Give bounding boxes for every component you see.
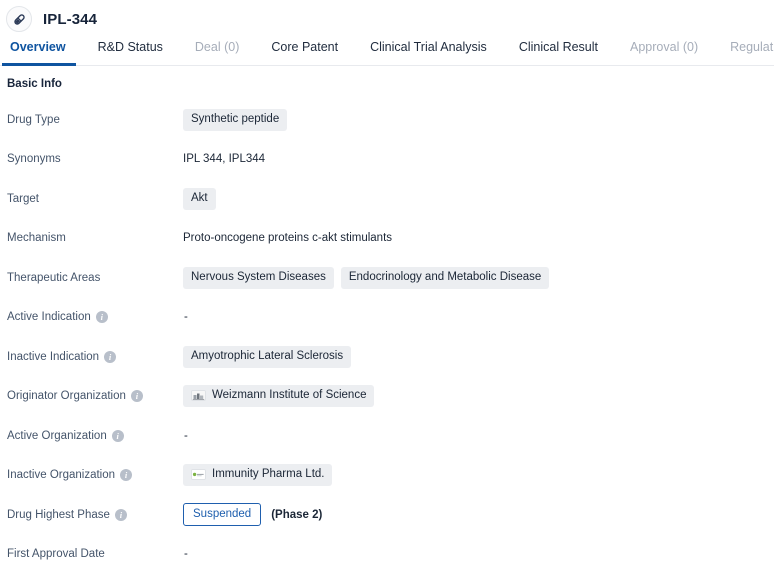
row-label-text: Originator Organization xyxy=(7,390,126,402)
status-badge-suspended[interactable]: Suspended xyxy=(183,503,261,526)
row-label: Mechanism xyxy=(0,232,183,244)
tab-approval[interactable]: Approval (0) xyxy=(614,38,714,65)
tabbar: Overview R&D Status Deal (0) Core Patent… xyxy=(0,38,774,66)
row-label-text: First Approval Date xyxy=(7,548,105,560)
row-label: Inactive Organization i xyxy=(0,469,183,481)
row-label-text: Synonyms xyxy=(7,153,61,165)
row-label: Active Organization i xyxy=(0,430,183,442)
tab-clinical-trial-analysis[interactable]: Clinical Trial Analysis xyxy=(354,38,503,65)
row-label-text: Drug Highest Phase xyxy=(7,509,110,521)
row-label: Active Indication i xyxy=(0,311,183,323)
value-active-indication: - xyxy=(183,311,188,323)
chip-label: Immunity Pharma Ltd. xyxy=(212,468,324,481)
row-label: Therapeutic Areas xyxy=(0,272,183,284)
chip-therapeutic-area-2[interactable]: Endocrinology and Metabolic Disease xyxy=(341,267,549,289)
chip-drug-type[interactable]: Synthetic peptide xyxy=(183,109,287,131)
row-value: Proto-oncogene proteins c-akt stimulants xyxy=(183,232,774,244)
info-row-drug-type: Drug Type Synthetic peptide xyxy=(0,100,774,140)
row-label-text: Active Indication xyxy=(7,311,91,323)
row-label-text: Inactive Organization xyxy=(7,469,115,481)
row-value: Amyotrophic Lateral Sclerosis xyxy=(183,346,774,368)
info-row-therapeutic-areas: Therapeutic Areas Nervous System Disease… xyxy=(0,258,774,298)
row-value: Nervous System Diseases Endocrinology an… xyxy=(183,267,774,289)
row-value: Immunity Pharma Ltd. xyxy=(183,464,774,486)
row-label: Synonyms xyxy=(0,153,183,165)
row-value: Suspended (Phase 2) xyxy=(183,503,774,526)
tab-regulation[interactable]: Regulation (0) xyxy=(714,38,774,65)
row-label: Drug Highest Phase i xyxy=(0,509,183,521)
overview-panel: Basic Info Drug Type Synthetic peptide S… xyxy=(0,66,774,574)
drug-avatar xyxy=(6,6,32,32)
info-icon[interactable]: i xyxy=(112,430,124,442)
chip-inactive-organization[interactable]: Immunity Pharma Ltd. xyxy=(183,464,332,486)
info-icon[interactable]: i xyxy=(115,509,127,521)
phase-note: (Phase 2) xyxy=(271,509,322,521)
row-label-text: Active Organization xyxy=(7,430,107,442)
row-value: - xyxy=(183,430,774,442)
info-row-active-indication: Active Indication i - xyxy=(0,298,774,338)
value-mechanism: Proto-oncogene proteins c-akt stimulants xyxy=(183,232,392,244)
row-value: Akt xyxy=(183,188,774,210)
tab-clinical-result[interactable]: Clinical Result xyxy=(503,38,614,65)
row-label: Drug Type xyxy=(0,114,183,126)
info-row-originator-organization: Originator Organization i Weizmann Insti… xyxy=(0,377,774,417)
section-title-basic-info: Basic Info xyxy=(0,78,774,90)
row-label: First Approval Date xyxy=(0,548,183,560)
row-value: Synthetic peptide xyxy=(183,109,774,131)
chip-originator-organization[interactable]: Weizmann Institute of Science xyxy=(183,385,374,407)
weizmann-logo-icon xyxy=(191,390,206,401)
info-row-inactive-organization: Inactive Organization i Immunity Pharma … xyxy=(0,456,774,496)
value-active-organization: - xyxy=(183,430,188,442)
info-row-inactive-indication: Inactive Indication i Amyotrophic Latera… xyxy=(0,337,774,377)
row-label-text: Therapeutic Areas xyxy=(7,272,100,284)
info-row-drug-highest-phase: Drug Highest Phase i Suspended (Phase 2) xyxy=(0,495,774,535)
row-label: Originator Organization i xyxy=(0,390,183,402)
info-icon[interactable]: i xyxy=(120,469,132,481)
tab-deal[interactable]: Deal (0) xyxy=(179,38,255,65)
row-label-text: Drug Type xyxy=(7,114,60,126)
info-row-first-approval-date: First Approval Date - xyxy=(0,535,774,574)
row-value: Weizmann Institute of Science xyxy=(183,385,774,407)
pill-capsule-icon xyxy=(12,12,27,27)
info-icon[interactable]: i xyxy=(131,390,143,402)
value-first-approval-date: - xyxy=(183,548,188,560)
tab-overview[interactable]: Overview xyxy=(2,38,82,65)
info-icon[interactable]: i xyxy=(104,351,116,363)
tab-core-patent[interactable]: Core Patent xyxy=(255,38,354,65)
chip-target[interactable]: Akt xyxy=(183,188,216,210)
row-label: Target xyxy=(0,193,183,205)
value-synonyms: IPL 344, IPL344 xyxy=(183,153,265,165)
chip-label: Weizmann Institute of Science xyxy=(212,389,366,402)
chip-inactive-indication[interactable]: Amyotrophic Lateral Sclerosis xyxy=(183,346,351,368)
chip-therapeutic-area-1[interactable]: Nervous System Diseases xyxy=(183,267,334,289)
row-label-text: Inactive Indication xyxy=(7,351,99,363)
page-header: IPL-344 xyxy=(0,0,774,38)
info-row-mechanism: Mechanism Proto-oncogene proteins c-akt … xyxy=(0,219,774,259)
info-row-target: Target Akt xyxy=(0,179,774,219)
row-label: Inactive Indication i xyxy=(0,351,183,363)
row-value: - xyxy=(183,311,774,323)
row-value: IPL 344, IPL344 xyxy=(183,153,774,165)
info-row-synonyms: Synonyms IPL 344, IPL344 xyxy=(0,140,774,180)
info-icon[interactable]: i xyxy=(96,311,108,323)
immunity-pharma-logo-icon xyxy=(191,469,206,480)
row-label-text: Mechanism xyxy=(7,232,66,244)
info-row-active-organization: Active Organization i - xyxy=(0,416,774,456)
row-label-text: Target xyxy=(7,193,39,205)
page-title: IPL-344 xyxy=(43,11,97,28)
row-value: - xyxy=(183,548,774,560)
tab-rd-status[interactable]: R&D Status xyxy=(82,38,179,65)
